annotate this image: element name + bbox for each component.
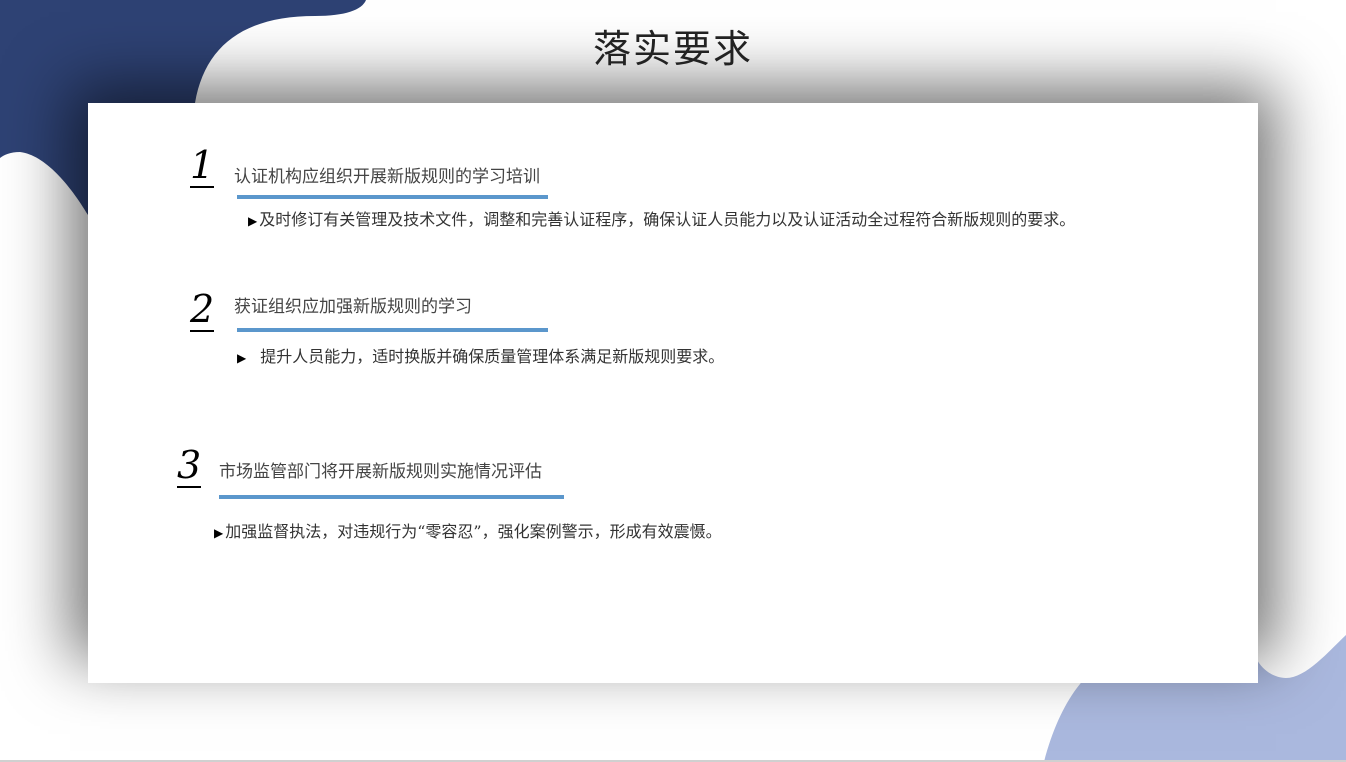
section-heading: 市场监管部门将开展新版规则实施情况评估: [219, 462, 542, 482]
slide-title: 落实要求: [592, 27, 753, 71]
section-number: 2: [190, 287, 215, 332]
section-bullet: ▶ 及时修订有关管理及技术文件，调整和完善认证程序，确保认证人员能力以及认证活动全…: [248, 206, 1075, 230]
section-heading: 获证组织应加强新版规则的学习: [234, 297, 472, 317]
section-bullet: ▶ 加强监督执法，对违规行为“零容忍”，强化案例警示，形成有效震慑。: [214, 518, 722, 542]
content-card-bottom: [88, 643, 1258, 683]
section-divider: [237, 195, 548, 199]
slide: 落实要求 1 认证机构应组织开展新版规则的学习培训 ▶ 及时修订有关管理及技术文件…: [0, 0, 1346, 762]
bullet-text: 及时修订有关管理及技术文件，调整和完善认证程序，确保认证人员能力以及认证活动全过…: [259, 210, 1076, 229]
triangle-right-icon: ▶: [214, 526, 224, 540]
section-bullet: ▶ 提升人员能力，适时换版并确保质量管理体系满足新版规则要求。: [237, 343, 724, 367]
section-divider: [219, 495, 564, 499]
section-divider: [237, 328, 548, 332]
section-number: 3: [177, 443, 202, 488]
triangle-right-icon: ▶: [237, 351, 247, 365]
section-heading: 认证机构应组织开展新版规则的学习培训: [234, 167, 540, 187]
triangle-right-icon: ▶: [248, 214, 258, 228]
bullet-text: 加强监督执法，对违规行为“零容忍”，强化案例警示，形成有效震慑。: [225, 522, 722, 541]
section-number: 1: [190, 143, 215, 188]
bullet-text: 提升人员能力，适时换版并确保质量管理体系满足新版规则要求。: [260, 347, 725, 366]
